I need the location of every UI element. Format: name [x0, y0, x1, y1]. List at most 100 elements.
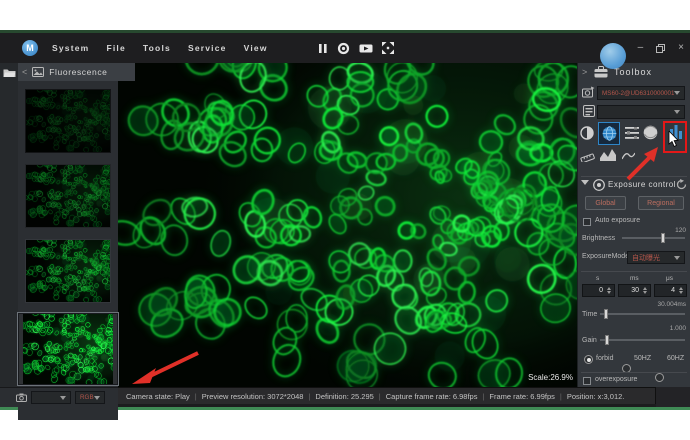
exposure-total-label: 30.004ms	[657, 301, 686, 308]
image-viewer[interactable]: Scale:26.9%	[118, 63, 577, 387]
auto-exposure-checkbox[interactable]	[583, 218, 591, 226]
status-frame-rate: Frame rate: 6.99fps	[477, 392, 554, 401]
toolbox-panel: > Toolbox MS60-2@UD63100000012 Exposure …	[577, 63, 690, 387]
brightness-label: Brightness	[582, 235, 616, 242]
restore-button[interactable]	[656, 43, 666, 53]
tab-fluorescence-label: Fluorescence	[49, 67, 108, 77]
radio-60hz[interactable]	[655, 373, 664, 382]
mouse-cursor	[668, 131, 679, 148]
chevron-down-icon	[674, 91, 680, 95]
fluorescence-image	[118, 63, 577, 387]
fullscreen-icon[interactable]	[382, 42, 394, 54]
unit-ms-label: ms	[630, 275, 639, 282]
menu-service[interactable]: Service	[188, 43, 227, 53]
rgb-dropdown[interactable]: RGB	[75, 391, 105, 404]
window-controls: – ×	[638, 33, 684, 63]
auto-exposure-label: Auto exposure	[595, 217, 641, 224]
radio-50hz-label: 50HZ	[634, 355, 652, 362]
thumbnail-3[interactable]	[25, 239, 111, 303]
gain-label: Gain	[582, 337, 597, 344]
status-definition: Definition: 25.295	[303, 392, 373, 401]
radio-60hz-label: 60HZ	[667, 355, 685, 362]
camera-select-icon[interactable]	[582, 86, 595, 98]
list-settings-icon[interactable]	[625, 127, 639, 139]
sphere-gray-icon[interactable]	[643, 125, 658, 140]
time-label: Time	[582, 311, 598, 318]
zoom-scale-label: Scale:26.9%	[528, 373, 573, 382]
thumbnail-4-selected[interactable]	[17, 312, 119, 386]
left-icon-strip	[0, 63, 18, 407]
open-folder-icon[interactable]	[3, 67, 16, 78]
divider	[581, 372, 687, 373]
pause-icon[interactable]	[318, 43, 328, 54]
exposure-s-spinner[interactable]: 0	[582, 284, 615, 297]
collapse-right-icon[interactable]: >	[582, 67, 587, 77]
title-bar: M System File Tools Service View – ×	[0, 33, 690, 63]
status-camera-state: Camera state: Play	[126, 391, 190, 401]
channel-bar: RGB	[0, 387, 118, 407]
regional-button[interactable]: Regional	[638, 196, 684, 210]
collapse-left-icon[interactable]: <	[22, 67, 27, 77]
thumbnail-2[interactable]	[25, 164, 111, 228]
exposure-mode-value: 自动曝光	[632, 254, 660, 262]
status-bar: Camera state: Play Preview resolution: 3…	[118, 387, 656, 404]
status-position: Position: x:3,012.	[555, 392, 625, 401]
section-collapse-icon[interactable]	[581, 180, 589, 185]
contrast-icon[interactable]	[580, 126, 594, 140]
toolbox-title: Toolbox	[614, 67, 653, 77]
exposure-mode-dropdown[interactable]: 自动曝光	[627, 251, 685, 264]
unit-s-label: s	[596, 275, 600, 282]
brightness-slider[interactable]	[622, 233, 685, 243]
thumbnail-1[interactable]	[25, 89, 111, 153]
app-window: M System File Tools Service View – × Sca…	[0, 33, 690, 420]
status-bar-right-gap	[656, 387, 690, 407]
app-logo-icon: M	[22, 40, 38, 56]
exposure-mode-label: ExposureMode	[582, 253, 630, 260]
menu-file[interactable]: File	[106, 43, 125, 53]
divider	[581, 271, 687, 272]
menu-tools[interactable]: Tools	[143, 43, 171, 53]
exposure-us-spinner[interactable]: 4	[654, 284, 687, 297]
screenshot-stage: M System File Tools Service View – × Sca…	[0, 0, 690, 440]
red-arrow-annotation	[132, 351, 199, 384]
chevron-down-icon	[674, 110, 680, 114]
aperture-icon	[593, 179, 605, 191]
gain-slider[interactable]	[600, 335, 685, 345]
rgb-dropdown-value: RGB	[80, 394, 94, 401]
time-slider[interactable]	[600, 309, 685, 319]
overexposure-label: overexposure	[595, 376, 638, 383]
global-button[interactable]: Global	[585, 196, 626, 210]
camera-dropdown[interactable]: MS60-2@UD63100000012	[597, 86, 685, 100]
status-preview-resolution: Preview resolution: 3072*2048	[190, 392, 304, 401]
image-icon	[32, 67, 45, 77]
white-balance-tool-selected[interactable]	[598, 122, 620, 145]
thumbnail-panel	[17, 81, 119, 420]
status-capture-frame-rate: Capture frame rate: 6.98fps	[374, 392, 478, 401]
tab-fluorescence[interactable]: < Fluorescence	[18, 63, 135, 81]
camera-dropdown-value: MS60-2@UD63100000012	[602, 89, 674, 97]
menu-bar: System File Tools Service View	[52, 33, 268, 63]
filter-dropdown[interactable]	[597, 105, 685, 119]
close-button[interactable]: ×	[678, 43, 684, 53]
overexposure-checkbox[interactable]	[583, 377, 591, 385]
blue-circle-watermark	[600, 43, 626, 69]
toolbox-icon	[594, 66, 608, 78]
histogram-icon[interactable]	[600, 148, 617, 161]
capture-toolbar	[318, 33, 394, 63]
chevron-down-icon	[94, 395, 100, 400]
exposure-ms-spinner[interactable]: 30	[618, 284, 651, 297]
measure-ruler-icon[interactable]	[580, 150, 595, 162]
video-record-icon[interactable]	[359, 43, 373, 54]
menu-view[interactable]: View	[244, 43, 268, 53]
record-icon[interactable]	[337, 42, 350, 55]
unit-us-label: μs	[666, 275, 673, 282]
minimize-button[interactable]: –	[638, 43, 644, 53]
gain-value: 1.000	[669, 325, 686, 332]
camera-small-icon[interactable]	[16, 393, 27, 402]
radio-forbid[interactable]	[584, 355, 593, 364]
filter-select-icon[interactable]	[583, 105, 595, 117]
reset-icon[interactable]	[676, 179, 687, 190]
channel-dropdown[interactable]	[31, 391, 71, 404]
menu-system[interactable]: System	[52, 43, 89, 53]
chevron-down-icon	[674, 255, 680, 260]
